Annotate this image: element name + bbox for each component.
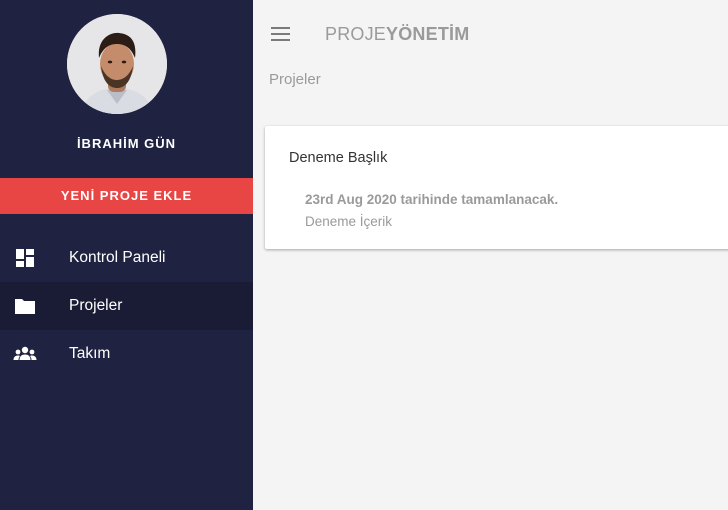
project-title: Deneme Başlık	[289, 150, 388, 166]
app-root: İBRAHİM GÜN YENİ PROJE EKLE Kontrol Pane…	[0, 0, 728, 510]
project-due-date: 23rd Aug 2020 tarihinde tamamlanacak.	[305, 192, 559, 207]
menu-icon[interactable]	[271, 26, 291, 42]
sidebar-item-label: Kontrol Paneli	[69, 249, 166, 266]
sidebar-item-label: Projeler	[69, 297, 123, 314]
folder-icon	[15, 299, 35, 314]
sidebar: İBRAHİM GÜN YENİ PROJE EKLE Kontrol Pane…	[0, 0, 253, 510]
top-bar: PROJEYÖNETİM	[253, 0, 728, 68]
sidebar-item-label: Takım	[69, 345, 111, 362]
app-brand[interactable]: PROJEYÖNETİM	[325, 24, 469, 45]
sidebar-item-dashboard[interactable]: Kontrol Paneli	[0, 234, 253, 282]
brand-bold-text: YÖNETİM	[386, 24, 470, 44]
dashboard-icon	[16, 249, 34, 267]
new-project-button[interactable]: YENİ PROJE EKLE	[0, 178, 253, 214]
project-card[interactable]: Deneme Başlık 23rd Aug 2020 tarihinde ta…	[265, 126, 728, 249]
avatar[interactable]	[67, 14, 167, 114]
project-content: Deneme İçerik	[305, 214, 393, 229]
avatar-image	[67, 14, 167, 114]
sidebar-item-projects[interactable]: Projeler	[0, 282, 253, 330]
page-title: Projeler	[269, 71, 321, 88]
brand-light-text: PROJE	[325, 24, 387, 44]
sidebar-item-team[interactable]: Takım	[0, 330, 253, 378]
team-icon	[13, 346, 37, 360]
user-name: İBRAHİM GÜN	[76, 136, 177, 151]
